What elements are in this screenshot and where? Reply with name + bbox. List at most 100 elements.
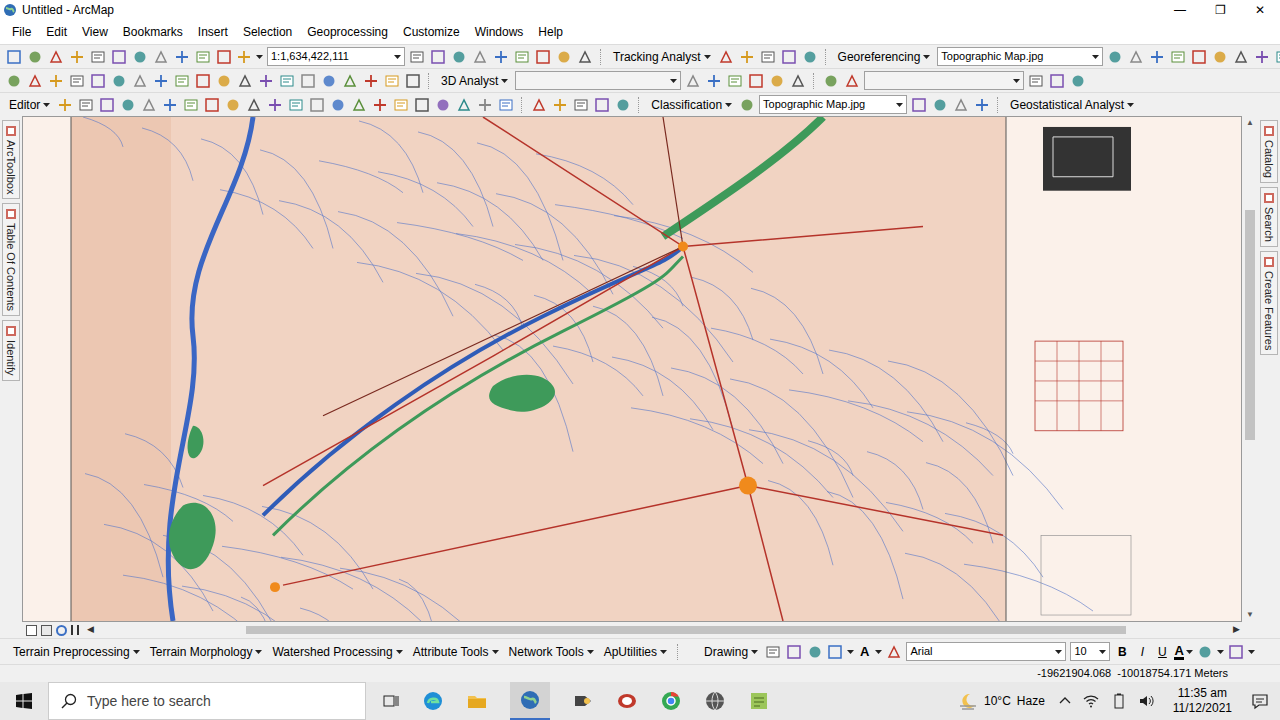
tool-icon[interactable] [802, 49, 818, 65]
vertical-scrollbar[interactable]: ▲▼ [1242, 116, 1258, 622]
show-hidden-icons-icon[interactable] [1059, 695, 1071, 707]
tool-icon[interactable] [267, 97, 283, 113]
tool-icon[interactable] [765, 644, 781, 660]
scroll-thumb[interactable] [246, 626, 1126, 634]
tool-icon[interactable] [372, 97, 388, 113]
3d-analyst-menu[interactable]: 3D Analyst [438, 72, 511, 90]
right-dock-tab[interactable]: Create Features [1260, 251, 1278, 355]
tool-icon[interactable] [321, 73, 337, 89]
font-size-combo[interactable]: 10 [1070, 642, 1110, 661]
georef-layer-combo[interactable]: Topographic Map.jpg [937, 47, 1103, 66]
line-color-icon[interactable] [1228, 644, 1244, 660]
tool-icon[interactable] [141, 97, 157, 113]
close-button[interactable]: ✕ [1240, 1, 1280, 19]
scroll-thumb[interactable] [1245, 210, 1255, 440]
menu-item[interactable]: Windows [475, 23, 524, 41]
tool-icon[interactable] [174, 73, 190, 89]
tool-icon[interactable] [807, 644, 823, 660]
menu-item[interactable]: Customize [403, 23, 460, 41]
tool-icon[interactable] [132, 73, 148, 89]
windows-logo-icon[interactable] [16, 693, 32, 709]
tool-icon[interactable] [615, 97, 631, 113]
start-button[interactable] [0, 693, 48, 709]
tool-icon[interactable] [225, 97, 241, 113]
geostatistical-analyst-menu[interactable]: Geostatistical Analyst [1007, 96, 1137, 114]
tool-icon[interactable] [739, 49, 755, 65]
tool-icon[interactable] [111, 73, 127, 89]
taskbar-search[interactable]: Type here to search [48, 682, 366, 720]
network-icon[interactable] [1083, 693, 1099, 709]
tool-icon[interactable] [435, 97, 451, 113]
tool-icon[interactable] [330, 97, 346, 113]
tool-icon[interactable] [1233, 49, 1249, 65]
tool-icon[interactable] [769, 73, 785, 89]
scale-combo[interactable]: 1:1,634,422,111 [267, 47, 405, 66]
toolbar-handle[interactable] [813, 73, 816, 89]
georeferencing-menu[interactable]: Georeferencing [835, 48, 934, 66]
notifications-button[interactable] [1240, 692, 1280, 710]
tool-icon[interactable] [216, 73, 232, 89]
toolbar-handle[interactable] [600, 49, 603, 65]
bold-button[interactable]: B [1114, 643, 1130, 661]
drawing-menu[interactable]: Drawing [701, 643, 761, 661]
menu-item[interactable]: Edit [46, 23, 67, 41]
tool-icon[interactable] [204, 97, 220, 113]
refresh-button[interactable] [56, 625, 67, 636]
volume-icon[interactable] [1139, 693, 1155, 709]
tool-icon[interactable] [706, 73, 722, 89]
right-dock-tab[interactable]: Catalog [1260, 120, 1278, 183]
extension-menu[interactable]: Network Tools [506, 643, 597, 661]
menu-item[interactable]: View [82, 23, 108, 41]
tool-icon[interactable] [451, 49, 467, 65]
classification-layer-combo[interactable]: Topographic Map.jpg [759, 95, 907, 114]
notes-icon[interactable] [748, 690, 770, 712]
tool-icon[interactable] [132, 49, 148, 65]
tool-icon[interactable] [48, 49, 64, 65]
tool-icon[interactable] [718, 49, 734, 65]
minimize-button[interactable]: — [1160, 1, 1200, 19]
callout-icon[interactable] [886, 644, 902, 660]
left-dock-tab[interactable]: Table Of Contents [2, 203, 20, 316]
3d-layer-combo[interactable] [515, 71, 681, 90]
tool-icon[interactable] [405, 73, 421, 89]
tool-icon[interactable] [78, 97, 94, 113]
left-dock-tab[interactable]: Identify [2, 320, 20, 380]
map-image[interactable] [23, 117, 1241, 621]
tool-icon[interactable] [27, 73, 43, 89]
tool-icon[interactable] [1191, 49, 1207, 65]
tool-icon[interactable] [1128, 49, 1144, 65]
tool-icon[interactable] [556, 49, 572, 65]
tool-icon[interactable] [120, 97, 136, 113]
tool-icon[interactable] [844, 73, 860, 89]
tool-icon[interactable] [727, 73, 743, 89]
task-view-icon[interactable] [382, 692, 400, 710]
tool-icon[interactable] [195, 73, 211, 89]
tool-icon[interactable] [69, 49, 85, 65]
tool-icon[interactable] [300, 73, 316, 89]
menu-item[interactable]: Selection [243, 23, 292, 41]
toolbar-handle[interactable] [997, 97, 1000, 113]
tool-icon[interactable] [6, 73, 22, 89]
extension-menu[interactable]: ApUtilities [601, 643, 670, 661]
tool-icon[interactable] [1028, 73, 1044, 89]
tool-icon[interactable] [498, 97, 514, 113]
tool-icon[interactable] [57, 97, 73, 113]
tool-icon[interactable] [493, 49, 509, 65]
text-tool[interactable]: A [858, 642, 871, 662]
tool-icon[interactable] [99, 97, 115, 113]
tool-icon[interactable] [790, 73, 806, 89]
tool-icon[interactable] [781, 49, 797, 65]
chrome-icon[interactable] [660, 690, 682, 712]
tool-icon[interactable] [27, 49, 43, 65]
tool-icon[interactable] [1254, 49, 1270, 65]
tool-icon[interactable] [748, 73, 764, 89]
left-dock-tab[interactable]: ArcToolbox [2, 120, 20, 199]
layout-view-button[interactable] [41, 625, 52, 636]
italic-button[interactable]: I [1134, 643, 1150, 661]
tool-icon[interactable] [342, 73, 358, 89]
weather-widget[interactable]: 10°CHaze [958, 691, 1059, 711]
edge-icon[interactable] [422, 690, 444, 712]
pause-button[interactable] [71, 625, 79, 635]
toolbar-handle[interactable] [638, 97, 641, 113]
tool-icon[interactable] [953, 97, 969, 113]
